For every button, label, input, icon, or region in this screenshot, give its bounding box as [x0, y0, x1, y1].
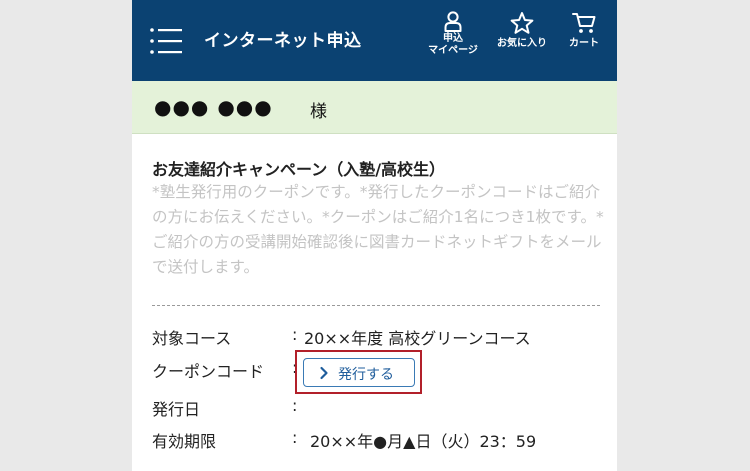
course-colon: :	[292, 325, 298, 344]
app-screen: インターネット申込 申込 マイページ お気に入り カート ●●● ●●● 様 お…	[132, 0, 617, 471]
hamburger-menu-icon	[150, 28, 182, 54]
person-icon	[444, 11, 462, 32]
expiry-colon: :	[292, 428, 298, 447]
chevron-right-icon	[320, 366, 328, 380]
mypage-button[interactable]: 申込 マイページ	[418, 11, 488, 57]
cart-icon	[572, 13, 596, 33]
expiry-label: 有効期限	[152, 432, 217, 451]
issue-date-colon: :	[292, 396, 298, 415]
favorites-button[interactable]: お気に入り	[490, 11, 554, 50]
section-divider	[152, 305, 600, 306]
expiry-value: 20××年●月▲日（火）23：59	[310, 432, 537, 451]
coupon-label: クーポンコード	[152, 362, 265, 381]
campaign-description: *塾生発行用のクーポンです。*発行したクーポンコードはご紹介の方にお伝えください…	[152, 183, 604, 276]
course-value: 20××年度 高校グリーンコース	[304, 329, 531, 348]
user-name-bar: ●●● ●●● 様	[132, 81, 617, 134]
star-icon	[510, 12, 534, 34]
mypage-label-line1: 申込	[443, 33, 463, 44]
issue-coupon-button-label: 発行する	[338, 367, 394, 383]
app-title: インターネット申込	[204, 31, 362, 51]
user-name-masked: ●●● ●●●	[154, 95, 273, 119]
menu-button[interactable]	[146, 24, 186, 58]
mypage-label-line2: マイページ	[428, 45, 478, 56]
cart-label: カート	[569, 38, 599, 49]
course-label: 対象コース	[152, 329, 232, 348]
cart-button[interactable]: カート	[556, 11, 612, 50]
app-header: インターネット申込 申込 マイページ お気に入り カート	[132, 0, 617, 81]
campaign-title: お友達紹介キャンペーン（入塾/高校生）	[152, 160, 446, 179]
issue-date-label: 発行日	[152, 400, 201, 419]
favorites-label: お気に入り	[497, 38, 547, 49]
user-name-suffix: 様	[310, 102, 327, 122]
issue-coupon-button[interactable]: 発行する	[303, 358, 415, 387]
